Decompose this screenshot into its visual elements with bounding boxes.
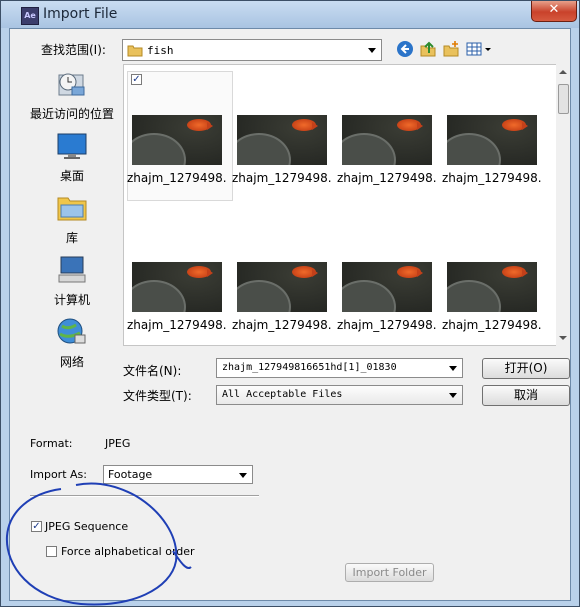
view-menu-icon[interactable] (466, 40, 494, 58)
open-button[interactable]: 打开(O) (482, 358, 570, 379)
place-label: 网络 (59, 355, 84, 369)
new-folder-icon[interactable] (442, 40, 460, 58)
file-thumbnail (447, 262, 537, 312)
chevron-down-icon[interactable] (239, 472, 247, 478)
file-thumbnail (132, 262, 222, 312)
place-computer[interactable]: 计算机 (29, 255, 115, 308)
file-thumbnail (342, 262, 432, 312)
computer-icon (58, 256, 86, 283)
file-thumbnail (237, 115, 327, 165)
file-thumbnail (342, 115, 432, 165)
place-label: 桌面 (59, 169, 84, 183)
file-thumbnail (447, 115, 537, 165)
file-name: zhajm_1279498... (337, 171, 437, 185)
chevron-down-icon[interactable] (449, 393, 457, 398)
place-library[interactable]: 库 (29, 193, 115, 246)
up-folder-icon[interactable] (419, 40, 437, 58)
place-desktop[interactable]: 桌面 (29, 131, 115, 184)
file-name: zhajm_1279498... (442, 318, 542, 332)
file-name: zhajm_1279498... (442, 171, 542, 185)
file-name: zhajm_1279498... (127, 171, 227, 185)
format-value: JPEG (105, 437, 131, 450)
scroll-down-icon[interactable] (559, 336, 567, 340)
place-network[interactable]: 网络 (29, 317, 115, 370)
network-icon (57, 318, 86, 344)
desktop-icon (57, 133, 87, 159)
window-title: Import File (43, 6, 118, 22)
format-label: Format: (30, 437, 73, 450)
filename-label: 文件名(N): (123, 364, 182, 378)
back-icon[interactable] (396, 40, 414, 58)
scroll-up-icon[interactable] (559, 70, 567, 74)
filename-value: zhajm_127949816651hd[1]_01830 (222, 362, 397, 373)
look-in-label: 查找范围(I): (41, 43, 106, 57)
file-list-view[interactable]: ✓ zhajm_1279498... zhajm_1279498... zhaj… (123, 64, 570, 346)
library-icon (57, 197, 87, 221)
file-name: zhajm_1279498... (127, 318, 227, 332)
recent-places-icon (58, 73, 85, 96)
import-file-window: Ae Import File ✕ 查找范围(I): fish 最近访问的位置 桌… (0, 0, 580, 607)
hand-drawn-circle-annotation (5, 482, 192, 606)
chevron-down-icon[interactable] (368, 48, 376, 53)
file-name: zhajm_1279498... (232, 171, 332, 185)
import-folder-button[interactable]: Import Folder (345, 563, 434, 582)
place-recent[interactable]: 最近访问的位置 (29, 69, 115, 122)
place-label: 计算机 (53, 293, 90, 307)
file-thumbnail (132, 115, 222, 165)
folder-icon (127, 45, 143, 57)
file-thumbnail (237, 262, 327, 312)
filetype-value: All Acceptable Files (222, 389, 343, 400)
cancel-button[interactable]: 取消 (482, 385, 570, 406)
place-label: 库 (65, 231, 78, 245)
close-button[interactable]: ✕ (531, 1, 577, 22)
look-in-combo[interactable]: fish (122, 39, 382, 61)
filetype-select[interactable]: All Acceptable Files (216, 385, 463, 405)
item-checkbox[interactable]: ✓ (131, 74, 142, 85)
after-effects-app-icon: Ae (21, 7, 39, 25)
look-in-value: fish (147, 44, 174, 57)
scroll-thumb[interactable] (558, 84, 569, 114)
filename-input[interactable]: zhajm_127949816651hd[1]_01830 (216, 358, 463, 378)
chevron-down-icon[interactable] (449, 366, 457, 371)
place-label: 最近访问的位置 (29, 107, 114, 121)
filetype-label: 文件类型(T): (123, 389, 192, 403)
title-bar[interactable]: Ae Import File ✕ (1, 1, 579, 28)
file-name: zhajm_1279498... (232, 318, 332, 332)
vertical-scrollbar[interactable] (556, 64, 570, 346)
file-name: zhajm_1279498... (337, 318, 437, 332)
